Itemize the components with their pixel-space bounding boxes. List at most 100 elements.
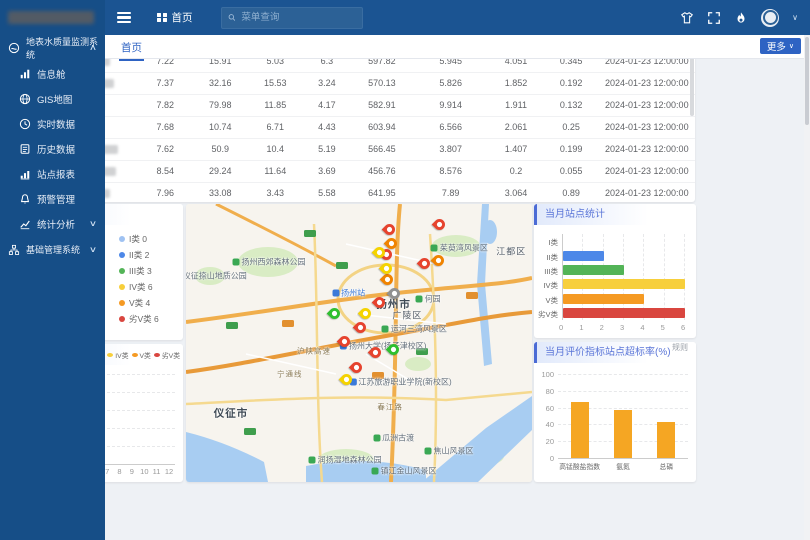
- hbar: [563, 265, 624, 275]
- vbar: [614, 410, 632, 458]
- realtime-data-icon: [19, 118, 31, 130]
- breadcrumb[interactable]: 首页: [157, 10, 193, 25]
- poi-icon: [373, 434, 380, 441]
- sidebar-item-0-3[interactable]: 历史数据: [0, 136, 105, 161]
- info-hub-icon: [19, 68, 31, 80]
- menu-search-input[interactable]: [239, 11, 355, 24]
- map-overlay: 扬州市仪征市江都区广陵区沪陕高速宁通线春江路扬州西郊森林公园仪征捺山地质公园茱萸…: [186, 204, 532, 482]
- poi-icon: [416, 295, 423, 302]
- map-poi-label: 扬州大学(扬子津校区): [340, 340, 426, 351]
- legend-item[interactable]: I类 0: [119, 231, 159, 247]
- map-marker-IV[interactable]: [341, 374, 353, 386]
- breadcrumb-label: 首页: [172, 10, 193, 25]
- chevron-icon: ∨: [89, 245, 97, 254]
- menu-search-box[interactable]: [221, 7, 363, 29]
- hbar: [563, 308, 685, 318]
- page-scrollbar[interactable]: [804, 35, 810, 540]
- gis-map-icon: [19, 93, 31, 105]
- map-marker-劣V[interactable]: [374, 297, 386, 309]
- map-marker-IV[interactable]: [374, 247, 386, 259]
- legend-item[interactable]: V类 4: [119, 295, 159, 311]
- month-station-panel: 当月站点统计 0123456I类II类III类IV类V类劣V类: [534, 204, 696, 338]
- map-poi-label: 何园: [416, 293, 441, 304]
- legend-item[interactable]: 劣V类 6: [119, 311, 159, 327]
- header-actions: ∨: [680, 9, 810, 27]
- history-data-icon: [19, 143, 31, 155]
- exceed-rate-chart: 020406080100高锰酸盐指数氨氮总磷: [534, 342, 696, 482]
- table-row[interactable]: 7.9633.083.435.58641.957.893.0640.892024…: [7, 182, 695, 202]
- map-marker-劣V[interactable]: [434, 219, 446, 231]
- poi-icon: [382, 326, 389, 333]
- map-label: 江都区: [496, 245, 526, 258]
- hbar: [563, 279, 685, 289]
- sidebar-item-0-4[interactable]: 站点报表: [0, 161, 105, 186]
- top-header: 首页 ∨: [105, 0, 810, 35]
- map-marker-V[interactable]: [386, 238, 398, 250]
- tab-home[interactable]: 首页: [119, 38, 144, 61]
- sidebar-item-0-1[interactable]: GIS地图: [0, 86, 105, 111]
- exceed-rate-panel: 当月评价指标站点超标率(%) 规则 020406080100高锰酸盐指数氨氮总磷: [534, 342, 696, 482]
- poi-icon: [431, 245, 438, 252]
- map-poi-label: 焦山风景区: [424, 446, 473, 457]
- map-poi-label: 瓜洲古渡: [373, 432, 414, 443]
- sidebar-nav: 地表水质量监测系统∧信息舱GIS地图实时数据历史数据站点报表预警管理统计分析∨基…: [0, 34, 105, 263]
- map-panel[interactable]: 扬州市仪征市江都区广陵区沪陕高速宁通线春江路扬州西郊森林公园仪征捺山地质公园茱萸…: [186, 204, 532, 482]
- sidebar-item-0-2[interactable]: 实时数据: [0, 111, 105, 136]
- app-logo: [0, 0, 105, 34]
- map-poi-label: 镇江金山风景区: [371, 465, 436, 476]
- grid-icon: [157, 13, 167, 23]
- map-marker-III[interactable]: [388, 344, 400, 356]
- poi-icon: [332, 289, 339, 296]
- caret-down-icon: ∨: [789, 42, 794, 50]
- legend-item[interactable]: IV类 6: [119, 279, 159, 295]
- map-marker-劣V[interactable]: [384, 224, 396, 236]
- hamburger-menu-icon[interactable]: [117, 12, 131, 24]
- legend-item[interactable]: III类 3: [119, 263, 159, 279]
- sidebar-group-0[interactable]: 地表水质量监测系统∧: [0, 34, 105, 61]
- table-row[interactable]: 7.6810.746.714.43603.946.5662.0610.25202…: [7, 116, 695, 138]
- map-poi-label: 扬州西郊森林公园: [233, 257, 306, 268]
- map-label: 沪陕高速: [297, 346, 331, 357]
- theme-icon[interactable]: [680, 11, 694, 25]
- table-row[interactable]: 8.5429.2411.643.69456.768.5760.20.055202…: [7, 160, 695, 182]
- chevron-icon: ∧: [89, 43, 97, 52]
- tab-bar: 首页 更多∨: [105, 35, 810, 59]
- fullscreen-icon[interactable]: [707, 11, 721, 25]
- sidebar-group-1[interactable]: 基础管理系统∨: [0, 236, 105, 263]
- map-label: 春江路: [377, 401, 403, 412]
- map-marker-III[interactable]: [329, 308, 341, 320]
- search-icon: [228, 13, 236, 22]
- table-scrollbar[interactable]: [690, 56, 694, 116]
- water-system-icon: [8, 42, 20, 54]
- map-marker-劣V[interactable]: [370, 347, 382, 359]
- sidebar-item-0-6[interactable]: 统计分析∨: [0, 211, 105, 236]
- table-row[interactable]: 7.6250.910.45.19566.453.8071.4070.199202…: [7, 138, 695, 160]
- sidebar: 地表水质量监测系统∧信息舱GIS地图实时数据历史数据站点报表预警管理统计分析∨基…: [0, 0, 105, 540]
- map-marker-劣V[interactable]: [419, 258, 431, 270]
- table-row[interactable]: 7.8279.9811.854.17582.919.9141.9110.1322…: [7, 94, 695, 116]
- map-poi-label: 润扬湿地森林公园: [309, 454, 382, 465]
- map-poi-label: 江苏旅游职业学院(新校区): [349, 376, 451, 387]
- poi-icon: [371, 467, 378, 474]
- poi-icon: [233, 259, 240, 266]
- user-caret-down-icon[interactable]: ∨: [792, 13, 798, 22]
- legend-item[interactable]: II类 2: [119, 247, 159, 263]
- map-marker-劣V[interactable]: [339, 336, 351, 348]
- map-marker-IV[interactable]: [381, 263, 393, 275]
- map-marker-劣V[interactable]: [351, 362, 363, 374]
- map-marker-V[interactable]: [433, 255, 445, 267]
- map-label: 宁通线: [277, 368, 303, 379]
- month-station-chart: 0123456I类II类III类IV类V类劣V类: [534, 204, 696, 338]
- map-poi-label: 茱萸湾风景区: [431, 243, 488, 254]
- map-marker-offline[interactable]: [389, 288, 401, 300]
- table-row[interactable]: 7.3732.1615.533.24570.135.8261.8520.1922…: [7, 72, 695, 94]
- map-marker-V[interactable]: [382, 274, 394, 286]
- flame-icon[interactable]: [734, 11, 748, 25]
- vbar: [571, 402, 589, 458]
- sidebar-item-0-5[interactable]: 预警管理: [0, 186, 105, 211]
- sidebar-item-0-0[interactable]: 信息舱: [0, 61, 105, 86]
- more-button[interactable]: 更多∨: [760, 38, 801, 54]
- map-marker-劣V[interactable]: [355, 322, 367, 334]
- avatar[interactable]: [761, 9, 779, 27]
- map-marker-IV[interactable]: [360, 308, 372, 320]
